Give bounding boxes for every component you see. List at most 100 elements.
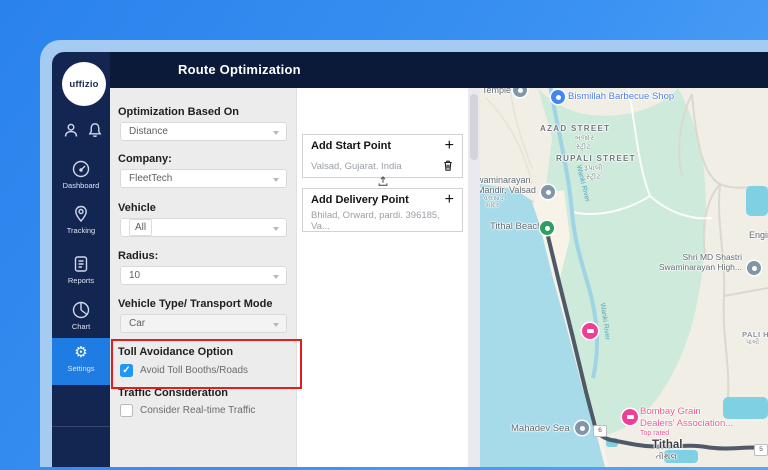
page-title: Route Optimization: [178, 52, 301, 88]
mahadev-marker-icon[interactable]: [575, 421, 589, 435]
add-delivery-point-label: Add Delivery Point: [311, 194, 409, 206]
temple-label: Temple: [482, 88, 511, 95]
map-canvas[interactable]: Wanki River Wanki River Temple Bismillah…: [480, 88, 768, 467]
shastri-label: Swaminarayan High...: [642, 262, 742, 272]
sidebar-item-settings[interactable]: ⚙ Settings: [52, 344, 110, 373]
chevron-down-icon: [273, 323, 279, 327]
optimization-based-on-select[interactable]: Distance: [120, 122, 287, 141]
swaminarayan-gujarati: વલસાડ: [484, 196, 504, 203]
bombay-grain-label: Bombay Grain: [640, 406, 701, 418]
swaminarayan-marker-icon[interactable]: [541, 185, 555, 199]
sidebar-divider: [52, 426, 110, 427]
chevron-down-icon: [273, 275, 279, 279]
points-panel: Add Start Point + Valsad, Gujarat. India…: [296, 88, 468, 467]
realtime-traffic-checkbox[interactable]: [120, 404, 133, 417]
mahadev-sea-label: Mahadev Sea: [511, 423, 570, 434]
tithal-town-gujarati: તીથલ: [656, 452, 677, 462]
sidebar-item-label: Settings: [52, 364, 110, 373]
start-point-value: Valsad, Gujarat. India: [311, 161, 402, 172]
rupali-street-gujarati: રૂપાલી: [584, 165, 603, 173]
field-label: Vehicle Type/ Transport Mode: [118, 298, 272, 310]
field-label: Company:: [118, 153, 172, 165]
sidebar-item-dashboard[interactable]: Dashboard: [52, 159, 110, 190]
add-start-point-button[interactable]: +: [445, 138, 454, 154]
shastri-marker-icon[interactable]: [747, 261, 761, 275]
select-value: 10: [129, 270, 140, 281]
section-title: Toll Avoidance Option: [118, 346, 233, 358]
delivery-point-row: Bhilad, Orward, pardi. 396185, Va...: [302, 210, 463, 232]
delete-start-point-button[interactable]: [442, 159, 454, 175]
traffic-option-row: Consider Real-time Traffic: [120, 404, 255, 417]
pie-chart-icon: [52, 300, 110, 320]
vehicle-type-select[interactable]: Car: [120, 314, 287, 333]
scrollbar-thumb[interactable]: [470, 94, 478, 160]
add-delivery-point-header: Add Delivery Point +: [302, 188, 463, 211]
sidebar-item-label: Tracking: [52, 226, 110, 235]
swaminarayan-label: Mandir, Valsad: [480, 185, 536, 195]
sidebar-item-reports[interactable]: Reports: [52, 254, 110, 285]
swaminarayan-gujarati: મંદિર: [486, 203, 500, 210]
vehicle-select[interactable]: All: [120, 218, 287, 237]
azad-street-gujarati: બજાર: [575, 135, 594, 143]
swaminarayan-label: waminarayan: [480, 175, 531, 185]
chevron-down-icon: [273, 178, 279, 182]
azad-street-gujarati: સ્ટ્રીટ: [576, 144, 591, 152]
bombay-grain-label: Dealers' Association...: [640, 418, 733, 430]
add-delivery-point-button[interactable]: +: [445, 192, 454, 208]
route-point-marker-icon[interactable]: [582, 323, 598, 339]
chevron-down-icon: [273, 131, 279, 135]
header-bar: Route Optimization: [110, 52, 768, 88]
delivery-point-value: Bhilad, Orward, pardi. 396185, Va...: [311, 210, 454, 232]
road-shield-5[interactable]: 5: [754, 444, 768, 456]
checkbox-label: Consider Real-time Traffic: [140, 405, 255, 416]
app-window: Route Optimization Dashboard: [52, 52, 768, 467]
shastri-label: Shri MD Shastri: [666, 252, 742, 262]
top-rated-label: Top rated: [640, 430, 669, 437]
uffizio-logo: uffizio: [62, 62, 106, 106]
azad-street-label: AZAD STREET: [540, 124, 610, 133]
select-value: Distance: [129, 126, 168, 137]
sidebar-item-tracking[interactable]: Tracking: [52, 204, 110, 235]
section-title: Traffic Consideration: [118, 387, 228, 399]
toll-option-row: ✓ Avoid Toll Booths/Roads: [120, 364, 248, 377]
rupali-street-gujarati: સ્ટ્રીટ: [586, 174, 601, 182]
upload-points-button[interactable]: [302, 174, 463, 186]
bismillah-marker-icon[interactable]: [551, 90, 565, 104]
road-shield-6[interactable]: 6: [593, 425, 607, 437]
bell-icon[interactable]: [87, 122, 103, 143]
tithal-beach-label: Tithal Beach: [490, 221, 542, 232]
select-value: FleetTech: [129, 173, 172, 184]
select-value: All: [129, 219, 152, 236]
user-icon[interactable]: [63, 122, 79, 143]
rupali-street-label: RUPALI STREET: [556, 154, 636, 163]
sidebar-item-chart[interactable]: Chart: [52, 300, 110, 331]
gear-icon: ⚙: [74, 344, 87, 361]
sidebar-item-label: Reports: [52, 276, 110, 285]
avoid-toll-checkbox[interactable]: ✓: [120, 364, 133, 377]
pali-hill-gujarati: પાલી: [746, 339, 760, 347]
report-doc-icon: [52, 254, 110, 274]
sidebar-item-label: Chart: [52, 322, 110, 331]
select-value: Car: [129, 318, 145, 329]
chevron-down-icon: [273, 227, 279, 231]
speedometer-icon: [52, 159, 110, 179]
location-pin-icon: [52, 204, 110, 224]
sidebar: Dashboard Tracking Reports: [52, 52, 110, 467]
tithal-town-label: Tithal: [652, 439, 682, 451]
add-start-point-label: Add Start Point: [311, 140, 391, 152]
sidebar-item-label: Dashboard: [52, 181, 110, 190]
panel-scrollbar[interactable]: [468, 88, 480, 467]
engineering-label: Engin: [749, 230, 768, 240]
add-start-point-header: Add Start Point +: [302, 134, 463, 157]
field-label: Vehicle: [118, 202, 156, 214]
pali-hill-label: PALI H: [742, 330, 768, 339]
optimization-form: Optimization Based On Distance Company: …: [110, 88, 296, 467]
field-label: Radius:: [118, 250, 158, 262]
field-label: Optimization Based On: [118, 106, 239, 118]
bombay-grain-marker-icon[interactable]: [622, 409, 638, 425]
bismillah-label: Bismillah Barbecue Shop: [568, 91, 674, 102]
company-select[interactable]: FleetTech: [120, 169, 287, 188]
radius-select[interactable]: 10: [120, 266, 287, 285]
checkbox-label: Avoid Toll Booths/Roads: [140, 365, 248, 376]
tithal-beach-marker-icon[interactable]: [540, 221, 554, 235]
